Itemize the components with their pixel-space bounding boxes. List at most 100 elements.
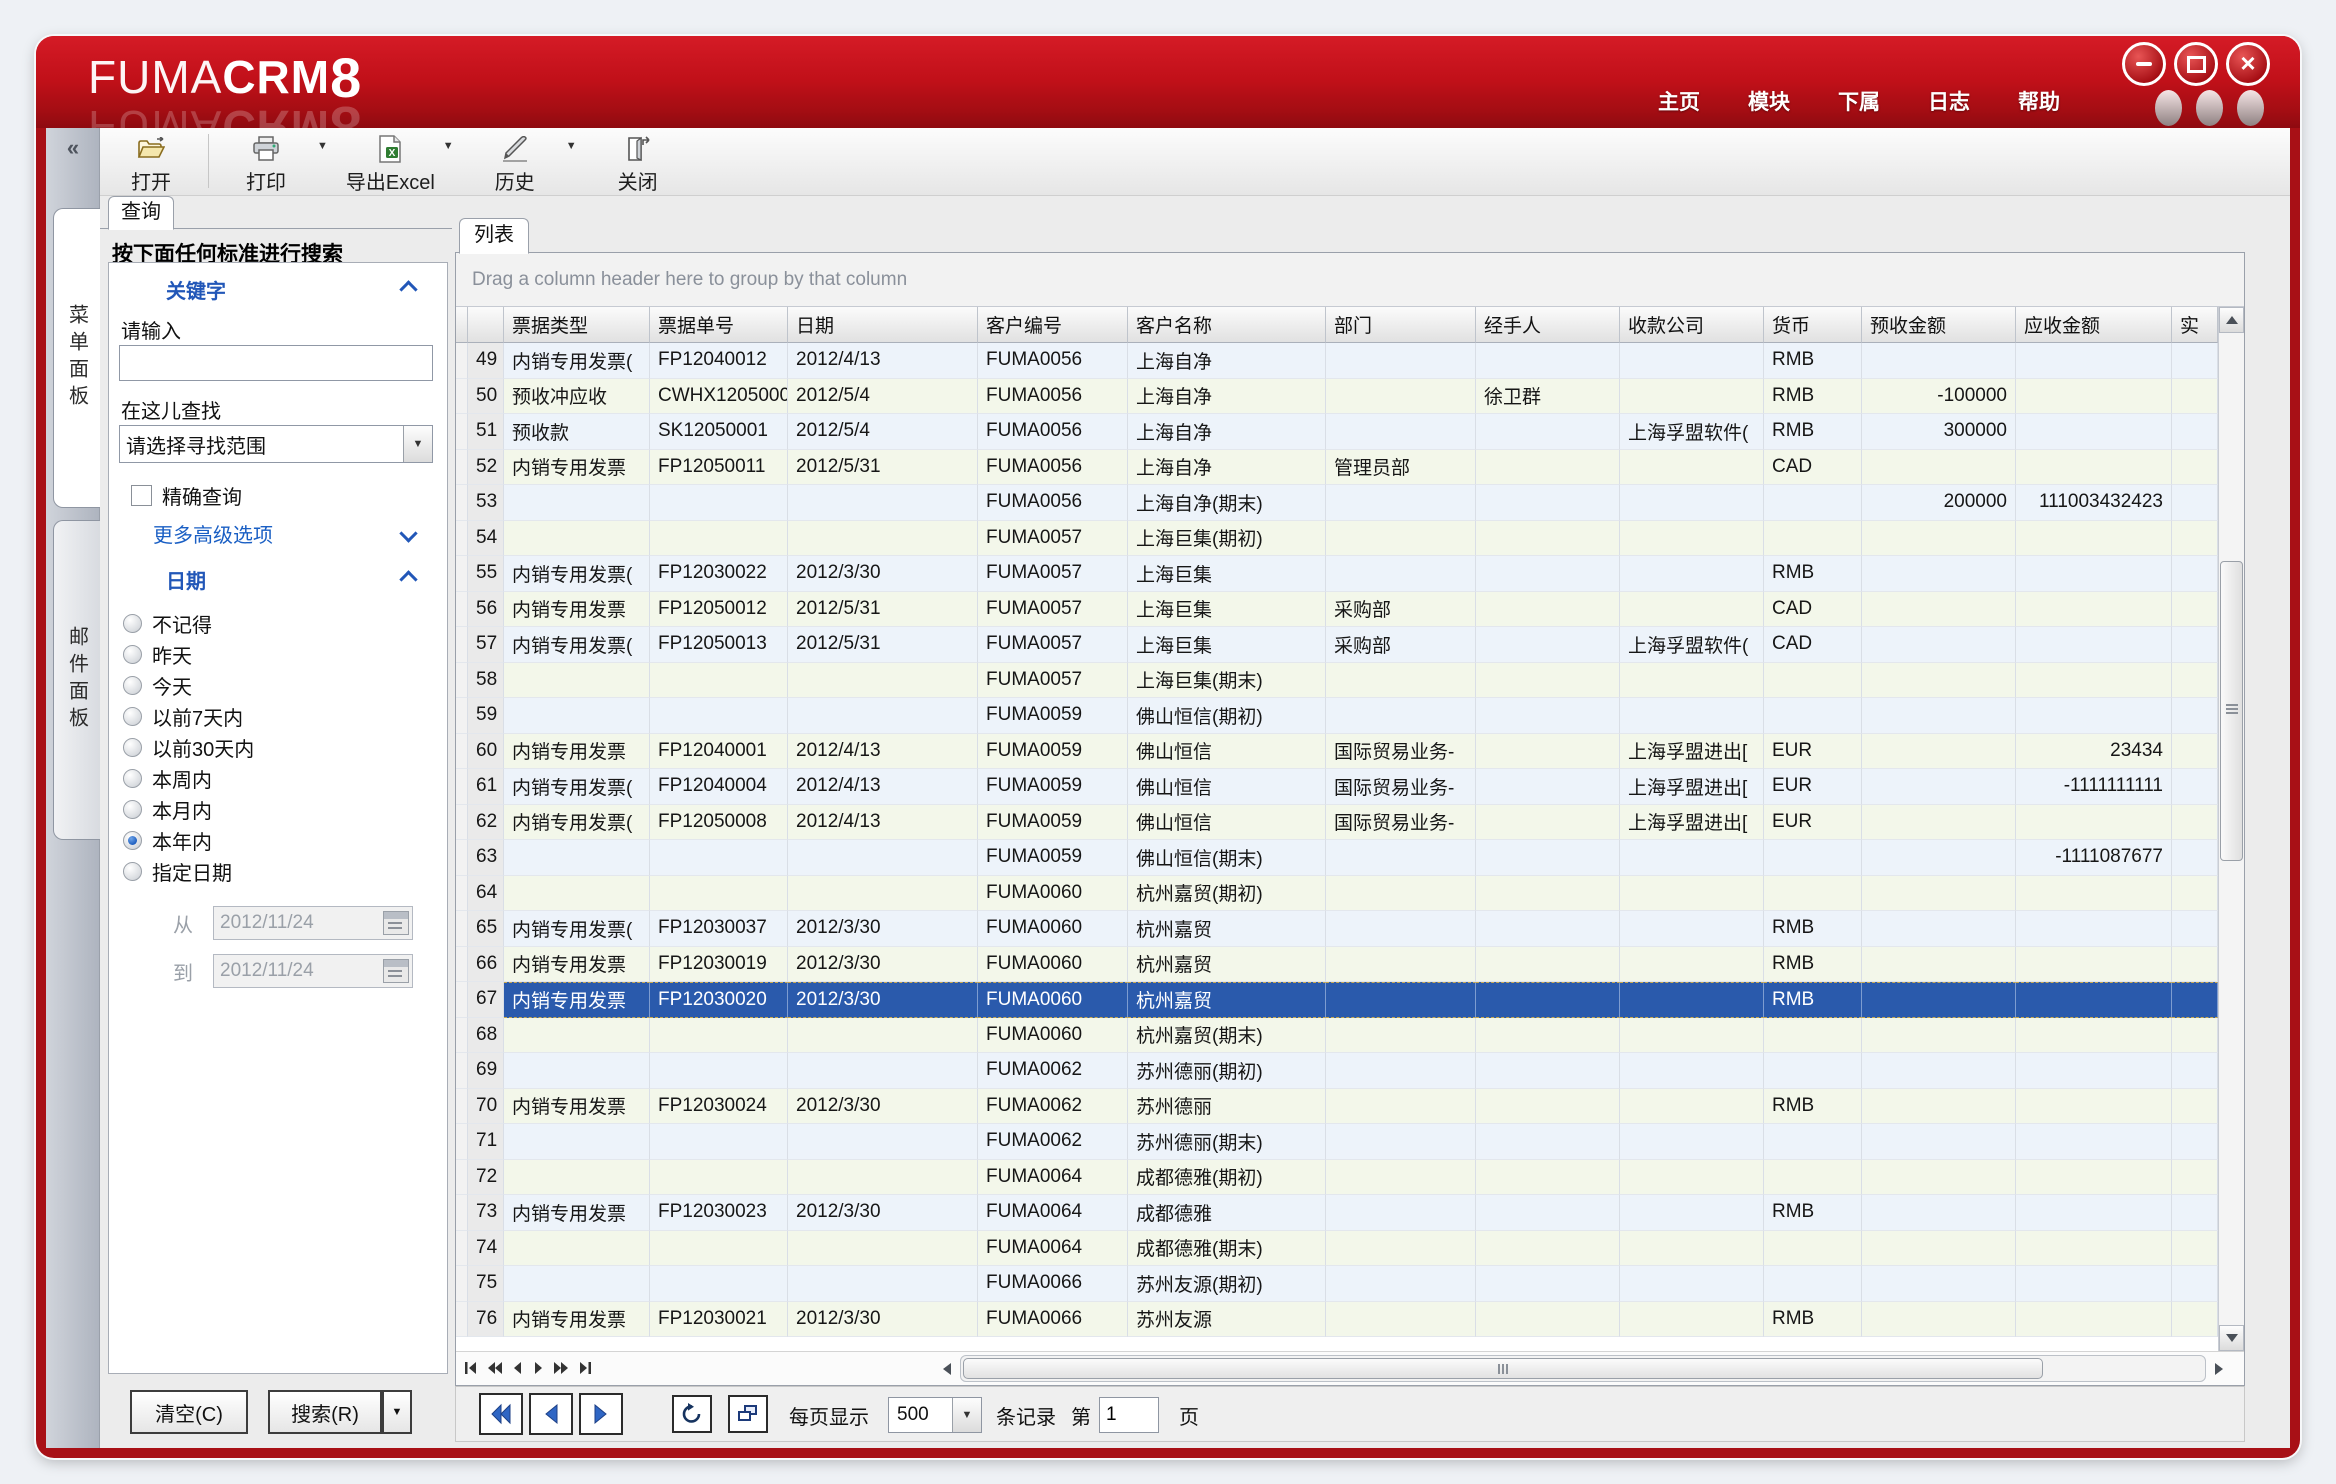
cell-no[interactable]: FP12050008 — [650, 805, 788, 841]
checkbox-icon[interactable] — [131, 485, 152, 506]
cell-cur[interactable] — [1764, 1018, 1862, 1054]
cell-cust_name[interactable]: 杭州嘉贸(期末) — [1128, 1018, 1326, 1054]
cell-cust_name[interactable]: 成都德雅(期末) — [1128, 1231, 1326, 1267]
radio-icon[interactable] — [123, 614, 142, 633]
cell-extra[interactable] — [2172, 805, 2218, 841]
cell-adv[interactable] — [1862, 663, 2016, 699]
cell-cust_id[interactable]: FUMA0060 — [978, 947, 1128, 983]
cell-adv[interactable] — [1862, 1160, 2016, 1196]
date-option[interactable]: 今天 — [109, 670, 447, 701]
column-header[interactable]: 日期 — [788, 307, 978, 343]
cell-type[interactable] — [504, 1160, 650, 1196]
cell-cust_id[interactable]: FUMA0060 — [978, 982, 1128, 1018]
cell-dept[interactable] — [1326, 343, 1476, 379]
search-options-dropdown-button[interactable]: ▼ — [382, 1390, 412, 1434]
cell-cust_name[interactable]: 佛山恒信 — [1128, 805, 1326, 841]
menu-item-5[interactable]: 帮助 — [2018, 86, 2060, 116]
date-option[interactable]: 昨天 — [109, 639, 447, 670]
cell-cur[interactable]: RMB — [1764, 1089, 1862, 1125]
cell-extra[interactable] — [2172, 982, 2218, 1018]
cell-handler[interactable] — [1476, 521, 1620, 557]
from-date-field[interactable]: 2012/11/24 — [213, 906, 413, 940]
next-page-button[interactable] — [579, 1393, 623, 1435]
table-row[interactable]: 67内销专用发票FP120300202012/3/30FUMA0060杭州嘉贸R… — [456, 982, 2218, 1018]
cell-company[interactable]: 上海孚盟进出[ — [1620, 734, 1764, 770]
cell-cust_name[interactable]: 成都德雅 — [1128, 1195, 1326, 1231]
cell-extra[interactable] — [2172, 627, 2218, 663]
collapse-section-icon[interactable] — [399, 570, 417, 588]
column-header[interactable]: 经手人 — [1476, 307, 1620, 343]
cell-date[interactable]: 2012/4/13 — [788, 769, 978, 805]
cell-type[interactable]: 内销专用发票 — [504, 1302, 650, 1338]
cell-recv[interactable] — [2016, 343, 2172, 379]
cell-cust_name[interactable]: 杭州嘉贸 — [1128, 982, 1326, 1018]
cell-recv[interactable] — [2016, 1160, 2172, 1196]
column-header[interactable]: 客户名称 — [1128, 307, 1326, 343]
cell-handler[interactable]: 徐卫群 — [1476, 379, 1620, 415]
cell-extra[interactable] — [2172, 1124, 2218, 1160]
cell-cur[interactable] — [1764, 521, 1862, 557]
cell-recv[interactable]: -1111087677 — [2016, 840, 2172, 876]
table-row[interactable]: 60内销专用发票FP120400012012/4/13FUMA0059佛山恒信国… — [456, 734, 2218, 770]
cell-handler[interactable] — [1476, 769, 1620, 805]
minimize-button[interactable] — [2122, 42, 2166, 86]
cell-date[interactable] — [788, 521, 978, 557]
cell-cust_name[interactable]: 上海自净 — [1128, 343, 1326, 379]
cell-cust_name[interactable]: 上海自净 — [1128, 379, 1326, 415]
cell-company[interactable] — [1620, 343, 1764, 379]
column-header[interactable]: 票据单号 — [650, 307, 788, 343]
cell-adv[interactable] — [1862, 982, 2016, 1018]
cell-recv[interactable]: 111003432423 — [2016, 485, 2172, 521]
cell-type[interactable] — [504, 1124, 650, 1160]
cell-type[interactable] — [504, 663, 650, 699]
cell-extra[interactable] — [2172, 379, 2218, 415]
cell-dept[interactable] — [1326, 947, 1476, 983]
cell-cur[interactable] — [1764, 876, 1862, 912]
scroll-up-button[interactable] — [2219, 307, 2244, 333]
cell-cur[interactable]: RMB — [1764, 1195, 1862, 1231]
table-row[interactable]: 65内销专用发票(FP120300372012/3/30FUMA0060杭州嘉贸… — [456, 911, 2218, 947]
cell-date[interactable]: 2012/4/13 — [788, 805, 978, 841]
cell-cust_id[interactable]: FUMA0059 — [978, 769, 1128, 805]
column-header[interactable]: 货币 — [1764, 307, 1862, 343]
cell-type[interactable]: 内销专用发票( — [504, 769, 650, 805]
cell-company[interactable]: 上海孚盟软件( — [1620, 627, 1764, 663]
radio-icon[interactable] — [123, 831, 142, 850]
calendar-icon[interactable] — [383, 911, 409, 935]
cell-company[interactable] — [1620, 1053, 1764, 1089]
history-dropdown-arrow[interactable]: ▼ — [566, 140, 577, 152]
cell-adv[interactable] — [1862, 1266, 2016, 1302]
radio-icon[interactable] — [123, 707, 142, 726]
cell-type[interactable] — [504, 1266, 650, 1302]
print-dropdown-arrow[interactable]: ▼ — [317, 140, 328, 152]
cell-no[interactable]: FP12030022 — [650, 556, 788, 592]
cell-cust_name[interactable]: 杭州嘉贸(期初) — [1128, 876, 1326, 912]
table-row[interactable]: 61内销专用发票(FP120400042012/4/13FUMA0059佛山恒信… — [456, 769, 2218, 805]
table-row[interactable]: 49内销专用发票(FP120400122012/4/13FUMA0056上海自净… — [456, 343, 2218, 379]
exact-search-checkbox-row[interactable]: 精确查询 — [131, 481, 242, 510]
table-row[interactable]: 50预收冲应收CWHX1205000:2012/5/4FUMA0056上海自净徐… — [456, 379, 2218, 415]
cell-no[interactable] — [650, 1160, 788, 1196]
cell-extra[interactable] — [2172, 698, 2218, 734]
cell-type[interactable] — [504, 840, 650, 876]
cell-company[interactable] — [1620, 1195, 1764, 1231]
cell-cust_name[interactable]: 上海巨集(期初) — [1128, 521, 1326, 557]
cell-dept[interactable] — [1326, 521, 1476, 557]
cell-cust_name[interactable]: 苏州德丽(期初) — [1128, 1053, 1326, 1089]
scroll-left-button[interactable] — [936, 1358, 958, 1379]
cell-cur[interactable] — [1764, 485, 1862, 521]
cell-extra[interactable] — [2172, 414, 2218, 450]
table-row[interactable]: 76内销专用发票FP120300212012/3/30FUMA0066苏州友源R… — [456, 1302, 2218, 1338]
cell-no[interactable]: FP12030023 — [650, 1195, 788, 1231]
cell-recv[interactable] — [2016, 627, 2172, 663]
cell-cust_name[interactable]: 佛山恒信 — [1128, 769, 1326, 805]
cell-recv[interactable] — [2016, 1053, 2172, 1089]
cell-type[interactable] — [504, 876, 650, 912]
cell-handler[interactable] — [1476, 627, 1620, 663]
cell-cust_name[interactable]: 苏州友源 — [1128, 1302, 1326, 1338]
cell-no[interactable] — [650, 1231, 788, 1267]
page-number-input[interactable] — [1099, 1397, 1159, 1433]
cell-handler[interactable] — [1476, 698, 1620, 734]
cell-type[interactable]: 内销专用发票( — [504, 556, 650, 592]
tab-list[interactable]: 列表 — [459, 218, 529, 254]
